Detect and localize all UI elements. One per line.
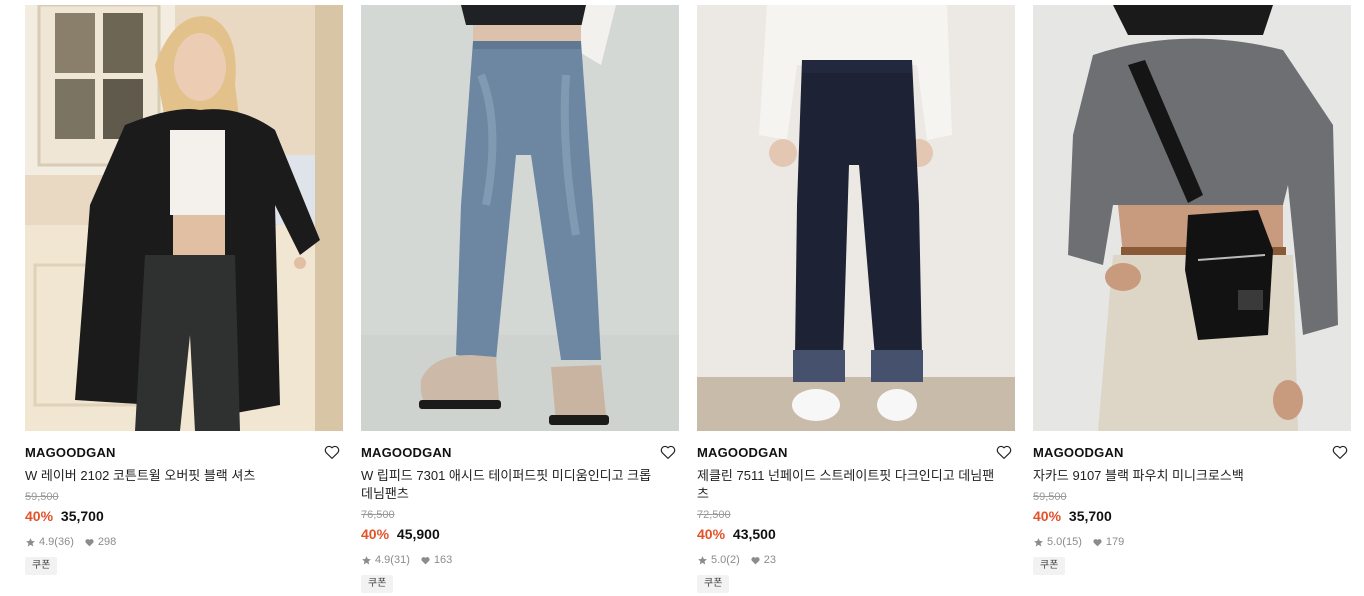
wishlist-heart-icon[interactable]	[323, 443, 341, 461]
like-count: 298	[97, 536, 117, 548]
product-name[interactable]: 제클린 7511 넌페이드 스트레이트핏 다크인디고 데님팬츠	[697, 467, 997, 503]
product-stats: 5.0 (2) 23	[697, 553, 1015, 567]
original-price: 59,500	[1033, 491, 1067, 503]
product-card[interactable]: MAGOODGAN W 레이버 2102 코튼트윌 오버핏 블랙 셔츠 59,5…	[25, 5, 343, 575]
rating-value: 4.9	[39, 536, 55, 548]
heart-filled-icon	[1093, 538, 1102, 546]
review-count: (31)	[390, 554, 410, 566]
like-count: 23	[763, 554, 776, 566]
original-price: 72,500	[697, 509, 731, 521]
discount-rate: 40%	[25, 508, 54, 524]
discount-rate: 40%	[361, 526, 390, 542]
sale-price: 35,700	[60, 508, 104, 524]
product-image[interactable]	[25, 5, 343, 431]
product-card[interactable]: MAGOODGAN 제클린 7511 넌페이드 스트레이트핏 다크인디고 데님팬…	[697, 5, 1015, 593]
price-line: 40% 45,900	[361, 525, 679, 543]
review-count: (2)	[726, 554, 740, 566]
discount-rate: 40%	[697, 526, 726, 542]
price-line: 40% 35,700	[25, 507, 343, 525]
rating-value: 5.0	[711, 554, 727, 566]
coupon-badge: 쿠폰	[697, 575, 730, 593]
product-stats: 4.9 (36) 298	[25, 535, 343, 549]
heart-filled-icon	[85, 538, 94, 546]
coupon-badge: 쿠폰	[1033, 557, 1066, 575]
coupon-badge: 쿠폰	[25, 557, 58, 575]
like-count: 179	[1105, 536, 1125, 548]
brand-name[interactable]: MAGOODGAN	[25, 445, 343, 461]
price-line: 40% 43,500	[697, 525, 1015, 543]
product-card[interactable]: MAGOODGAN 자카드 9107 블랙 파우치 미니크로스백 59,500 …	[1033, 5, 1351, 575]
heart-filled-icon	[751, 556, 760, 564]
discount-rate: 40%	[1033, 508, 1062, 524]
wishlist-heart-icon[interactable]	[995, 443, 1013, 461]
heart-filled-icon	[421, 556, 430, 564]
review-count: (36)	[54, 536, 74, 548]
sale-price: 45,900	[396, 526, 440, 542]
brand-name[interactable]: MAGOODGAN	[1033, 445, 1351, 461]
product-image[interactable]	[697, 5, 1015, 431]
product-name[interactable]: W 립피드 7301 애시드 테이퍼드핏 미디움인디고 크롭 데님팬츠	[361, 467, 661, 503]
rating-value: 5.0	[1047, 536, 1063, 548]
review-count: (15)	[1062, 536, 1082, 548]
product-stats: 5.0 (15) 179	[1033, 535, 1351, 549]
brand-name[interactable]: MAGOODGAN	[361, 445, 679, 461]
brand-name[interactable]: MAGOODGAN	[697, 445, 1015, 461]
original-price: 76,500	[361, 509, 395, 521]
star-icon	[698, 555, 707, 564]
star-icon	[362, 555, 371, 564]
star-icon	[26, 537, 35, 546]
star-icon	[1034, 537, 1043, 546]
product-image[interactable]	[361, 5, 679, 431]
sale-price: 43,500	[732, 526, 776, 542]
product-stats: 4.9 (31) 163	[361, 553, 679, 567]
sale-price: 35,700	[1068, 508, 1112, 524]
product-name[interactable]: 자카드 9107 블랙 파우치 미니크로스백	[1033, 467, 1333, 485]
coupon-badge: 쿠폰	[361, 575, 394, 593]
product-image[interactable]	[1033, 5, 1351, 431]
original-price: 59,500	[25, 491, 59, 503]
product-name[interactable]: W 레이버 2102 코튼트윌 오버핏 블랙 셔츠	[25, 467, 325, 485]
price-line: 40% 35,700	[1033, 507, 1351, 525]
rating-value: 4.9	[375, 554, 391, 566]
product-card[interactable]: MAGOODGAN W 립피드 7301 애시드 테이퍼드핏 미디움인디고 크롭…	[361, 5, 679, 593]
wishlist-heart-icon[interactable]	[659, 443, 677, 461]
like-count: 163	[433, 554, 453, 566]
wishlist-heart-icon[interactable]	[1331, 443, 1349, 461]
